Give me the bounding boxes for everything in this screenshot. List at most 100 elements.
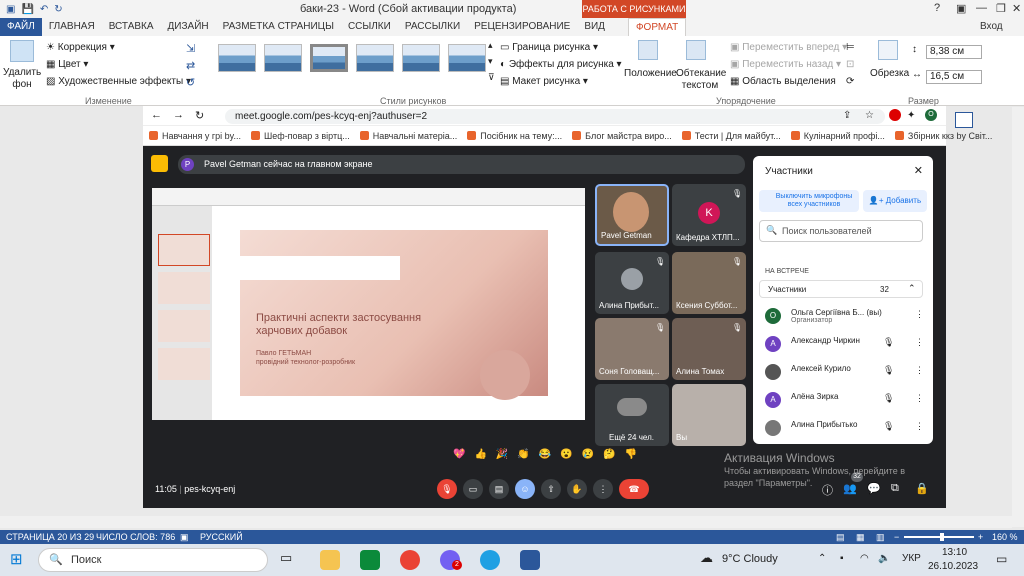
corrections-button[interactable]: ☀ Коррекция ▾ [46, 42, 115, 53]
position-button[interactable]: Положение [624, 68, 677, 79]
start-icon[interactable]: ⊞ [10, 550, 23, 568]
clock-time[interactable]: 13:10 [942, 547, 967, 558]
language-indicator[interactable]: РУССКИЙ [200, 530, 243, 544]
reaction-heart-icon[interactable]: 💖 [453, 449, 465, 460]
extensions-icon[interactable]: ✦ [907, 110, 915, 121]
more-options-icon[interactable]: ⋮ [915, 365, 924, 376]
picture-effects-button[interactable]: ◐ Эффекты для рисунка ▾ [500, 59, 622, 70]
zoom-level[interactable]: 160 % [992, 530, 1018, 544]
participant-tile[interactable]: 🎙 K Кафедра ХТЛП... [672, 184, 746, 246]
self-tile[interactable]: Вы [672, 384, 746, 446]
styles-scroll-down-icon[interactable]: ▾ [488, 56, 493, 67]
horizontal-scrollbar[interactable] [0, 516, 1012, 528]
participant-tile[interactable]: 🎙 Алина Прибыт... [595, 252, 669, 314]
edge-icon[interactable] [480, 550, 500, 570]
close-panel-icon[interactable]: ✕ [914, 164, 923, 177]
more-options-icon[interactable]: ⋮ [915, 393, 924, 404]
zoom-out-icon[interactable]: − [894, 530, 899, 544]
picture-style-4[interactable] [356, 44, 394, 72]
participant-row[interactable]: Алексей Курило 🎙 ⋮ [765, 360, 925, 386]
share-icon[interactable]: ⇪ [843, 110, 851, 121]
tray-app-icon[interactable]: ▪ [840, 553, 844, 564]
ribbon-options-icon[interactable]: ▣ [956, 2, 966, 15]
participant-row[interactable]: А Алёна Зирка 🎙 ⋮ [765, 388, 925, 414]
reset-picture-icon[interactable]: ↺ [186, 76, 195, 89]
more-participants-tile[interactable]: Ещё 24 чел. [595, 384, 669, 446]
artistic-effects-button[interactable]: ▨ Художественные эффекты ▾ [46, 76, 191, 87]
rotate-icon[interactable]: ⟳ [846, 76, 854, 87]
participant-tile[interactable]: 🎙 Ксения Суббот... [672, 252, 746, 314]
store-icon[interactable] [360, 550, 380, 570]
align-icon[interactable]: ⊨ [846, 42, 855, 53]
bookmark-3[interactable]: Навчальні матеріа... [359, 131, 457, 141]
reaction-thinking-icon[interactable]: 🤔 [603, 449, 615, 460]
word-count[interactable]: ЧИСЛО СЛОВ: 786 [96, 530, 175, 544]
tab-mailings[interactable]: РАССЫЛКИ [398, 18, 467, 36]
styles-more-icon[interactable]: ⊽ [488, 72, 495, 83]
selection-pane-button[interactable]: ▦ Область выделения [730, 76, 836, 87]
participant-row[interactable]: О Ольга Сергіївна Б... (вы) Организатор … [765, 304, 925, 330]
reaction-laugh-icon[interactable]: 😂 [539, 449, 551, 460]
input-language[interactable]: УКР [902, 553, 921, 564]
bookmark-5[interactable]: Блог майстра виро... [572, 131, 672, 141]
participant-tile-presenter[interactable]: Pavel Getman [595, 184, 669, 246]
redo-icon[interactable]: ↻ [54, 4, 62, 15]
reactions-button[interactable]: ☺ [515, 479, 535, 499]
bookmark-star-icon[interactable]: ☆ [865, 110, 874, 121]
change-picture-icon[interactable]: ⇄ [186, 59, 195, 72]
tab-insert[interactable]: ВСТАВКА [102, 18, 161, 36]
mic-toggle-button[interactable]: 🎙 [437, 479, 457, 499]
save-icon[interactable]: 💾 [21, 4, 33, 15]
tab-format[interactable]: ФОРМАТ [627, 18, 687, 36]
more-options-button[interactable]: ⋮ [593, 479, 613, 499]
vertical-scrollbar[interactable] [1012, 107, 1024, 527]
page-indicator[interactable]: СТРАНИЦА 20 ИЗ 29 [6, 530, 94, 544]
taskbar-search[interactable]: 🔍 Поиск [38, 548, 268, 572]
weather-text[interactable]: 9°C Cloudy [722, 553, 778, 565]
present-screen-button[interactable]: ⇧ [541, 479, 561, 499]
tray-chevron-icon[interactable]: ⌃ [818, 553, 826, 564]
zoom-slider[interactable] [904, 536, 974, 538]
tab-review[interactable]: РЕЦЕНЗИРОВАНИЕ [467, 18, 577, 36]
wrap-text-button[interactable]: Обтекание текстом [676, 68, 726, 92]
mute-all-button[interactable]: Выключить микрофоны всех участников [759, 190, 859, 212]
tab-references[interactable]: ССЫЛКИ [341, 18, 398, 36]
reaction-party-icon[interactable]: 🎉 [496, 449, 508, 460]
tab-view[interactable]: ВИД [577, 18, 612, 36]
minimize-button[interactable]: — [976, 2, 987, 14]
participant-tile[interactable]: 🎙 Алина Томах [672, 318, 746, 380]
reaction-clap-icon[interactable]: 👏 [517, 449, 529, 460]
reload-icon[interactable]: ↻ [195, 109, 204, 122]
picture-border-button[interactable]: ▭ Граница рисунка ▾ [500, 42, 598, 53]
layout-options-icon[interactable] [955, 112, 973, 128]
camera-toggle-button[interactable]: ▭ [463, 479, 483, 499]
clock-date[interactable]: 26.10.2023 [928, 561, 978, 572]
height-field[interactable]: 8,38 см [926, 45, 982, 59]
chevron-up-icon[interactable]: ⌃ [908, 283, 916, 294]
present-icon[interactable] [151, 155, 168, 172]
picture-style-3[interactable] [310, 44, 348, 72]
compress-pictures-icon[interactable]: ⇲ [186, 42, 195, 55]
bookmark-7[interactable]: Кулінарний профі... [790, 131, 885, 141]
reaction-thumbs-up-icon[interactable]: 👍 [474, 449, 486, 460]
reaction-surprised-icon[interactable]: 😮 [560, 449, 572, 460]
picture-style-2[interactable] [264, 44, 302, 72]
picture-layout-button[interactable]: ▤ Макет рисунка ▾ [500, 76, 588, 87]
forward-icon[interactable]: → [173, 109, 184, 121]
bookmark-4[interactable]: Посібник на тему:... [467, 131, 562, 141]
help-button[interactable]: ? [934, 2, 940, 14]
volume-icon[interactable]: 🔈 [878, 553, 890, 564]
sign-in-link[interactable]: Вход [980, 21, 1003, 32]
reaction-thumbs-down-icon[interactable]: 👎 [625, 449, 637, 460]
back-icon[interactable]: ← [151, 109, 162, 121]
notifications-icon[interactable]: ▭ [996, 552, 1007, 566]
word-taskbar-icon[interactable] [520, 550, 540, 570]
participant-row[interactable]: Алина Прибытько 🎙 ⋮ [765, 416, 925, 442]
add-people-button[interactable]: 👤+ Добавить [863, 190, 927, 212]
picture-style-6[interactable] [448, 44, 486, 72]
more-options-icon[interactable]: ⋮ [915, 309, 924, 320]
raise-hand-button[interactable]: ✋ [567, 479, 587, 499]
read-mode-icon[interactable]: ▤ [836, 530, 845, 544]
remove-background-button[interactable]: Удалить фон [3, 67, 41, 91]
maximize-button[interactable]: ❐ [996, 2, 1006, 15]
